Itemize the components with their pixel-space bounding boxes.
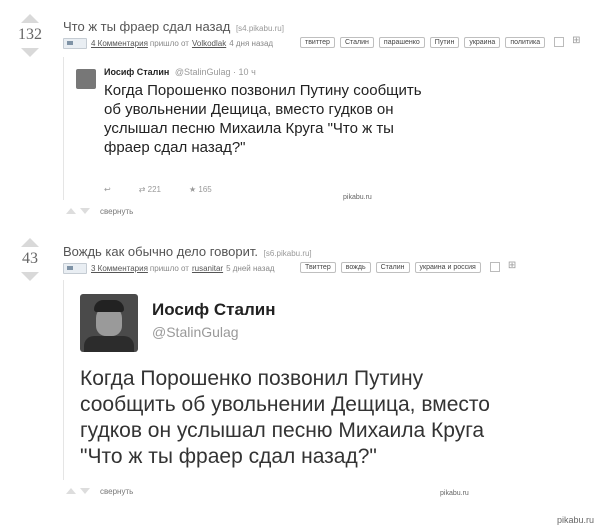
tweet-text: Когда Порошенко позвонил Путину сообщить…: [104, 82, 422, 156]
post-meta: 4 Комментария пришло от Volkodlak 4 дня …: [63, 38, 273, 49]
site-logo: pikabu.ru: [556, 515, 594, 525]
tag[interactable]: Сталин: [339, 37, 374, 48]
retweet-count: ⇄ 221: [139, 185, 161, 194]
upvote-icon[interactable]: [21, 238, 39, 247]
mini-upvote-icon[interactable]: [66, 488, 76, 494]
favorite-count: ★ 165: [189, 185, 212, 194]
retweet-value: 221: [147, 185, 161, 194]
tag[interactable]: Твиттер: [300, 262, 336, 273]
author-link[interactable]: Volkodlak: [192, 39, 226, 48]
tweet-handle: @StalinGulag: [152, 324, 239, 340]
post-title-text[interactable]: Что ж ты фраер сдал назад: [63, 19, 230, 34]
tweet-author-name: Иосиф Сталин: [152, 300, 276, 319]
avatar: [76, 69, 96, 89]
post-title[interactable]: Вождь как обычно дело говорит. [s6.pikab…: [63, 244, 312, 259]
post-title[interactable]: Что ж ты фраер сдал назад [s4.pikabu.ru]: [63, 19, 284, 34]
favorite-value: 165: [198, 185, 212, 194]
mini-upvote-icon[interactable]: [66, 208, 76, 214]
author-link[interactable]: rusanitar: [192, 264, 223, 273]
save-icon[interactable]: [489, 262, 500, 272]
post-time: 4 дня назад: [229, 39, 274, 48]
expand-plus-icon[interactable]: ⊞: [572, 36, 580, 48]
mini-downvote-icon[interactable]: [80, 208, 90, 214]
tag[interactable]: украина: [464, 37, 501, 48]
avatar: [80, 294, 138, 352]
mini-downvote-icon[interactable]: [80, 488, 90, 494]
tag-list: твиттер Сталин парашенко Путин украина п…: [300, 36, 580, 48]
comments-link[interactable]: 3 Комментария: [91, 264, 148, 273]
collapse-link[interactable]: свернуть: [100, 207, 133, 216]
collapse-link[interactable]: свернуть: [100, 487, 133, 496]
posted-by-label: пришло от: [149, 39, 189, 48]
mini-vote: [66, 488, 90, 494]
star-icon: ★: [189, 185, 199, 194]
post-time: 5 дней назад: [226, 264, 275, 273]
tweet-image: Иосиф Сталин @StalinGulag Когда Порошенк…: [63, 280, 504, 480]
tweet-author: Иосиф Сталин @StalinGulag · 10 ч: [104, 67, 256, 77]
tweet-image: Иосиф Сталин @StalinGulag · 10 ч Когда П…: [63, 57, 436, 200]
watermark: pikabu.ru: [440, 490, 469, 497]
avatar-coat: [84, 336, 134, 352]
comments-icon[interactable]: [63, 38, 87, 49]
posted-by-label: пришло от: [149, 264, 189, 273]
retweet-icon: ⇄: [138, 185, 148, 194]
tweet-text: Когда Порошенко позвонил Путину сообщить…: [80, 367, 490, 468]
post-source: [s4.pikabu.ru]: [235, 24, 284, 33]
tag-list: Твиттер вождь Сталин украина и россия ⊞: [300, 261, 516, 273]
vote-block: 43: [0, 238, 60, 281]
tag[interactable]: твиттер: [300, 37, 335, 48]
post-title-text[interactable]: Вождь как обычно дело говорит.: [63, 244, 258, 259]
tag[interactable]: украина и россия: [414, 262, 481, 273]
tweet-author-name: Иосиф Сталин: [104, 67, 170, 77]
avatar-hair: [94, 300, 124, 312]
upvote-icon[interactable]: [21, 14, 39, 23]
reply-icon: ↩: [104, 185, 111, 194]
expand-plus-icon[interactable]: ⊞: [508, 261, 516, 273]
vote-block: 132: [0, 14, 60, 57]
tag[interactable]: Путин: [429, 37, 460, 48]
downvote-icon[interactable]: [21, 48, 39, 57]
comments-icon[interactable]: [63, 263, 87, 274]
save-icon[interactable]: [554, 37, 565, 47]
tweet-actions: ↩ ⇄ 221 ★ 165: [104, 185, 212, 194]
post-rating: 132: [18, 26, 42, 43]
mini-vote: [66, 208, 90, 214]
watermark: pikabu.ru: [343, 194, 372, 201]
tag[interactable]: Сталин: [375, 262, 410, 273]
post-rating: 43: [22, 250, 38, 267]
post-meta: 3 Комментария пришло от rusanitar 5 дней…: [63, 263, 275, 274]
tag[interactable]: парашенко: [378, 37, 425, 48]
tag[interactable]: вождь: [340, 262, 371, 273]
post-source: [s6.pikabu.ru]: [263, 249, 312, 258]
comments-link[interactable]: 4 Комментария: [91, 39, 148, 48]
tag[interactable]: политика: [505, 37, 546, 48]
downvote-icon[interactable]: [21, 272, 39, 281]
tweet-handle: @StalinGulag · 10 ч: [174, 67, 256, 77]
